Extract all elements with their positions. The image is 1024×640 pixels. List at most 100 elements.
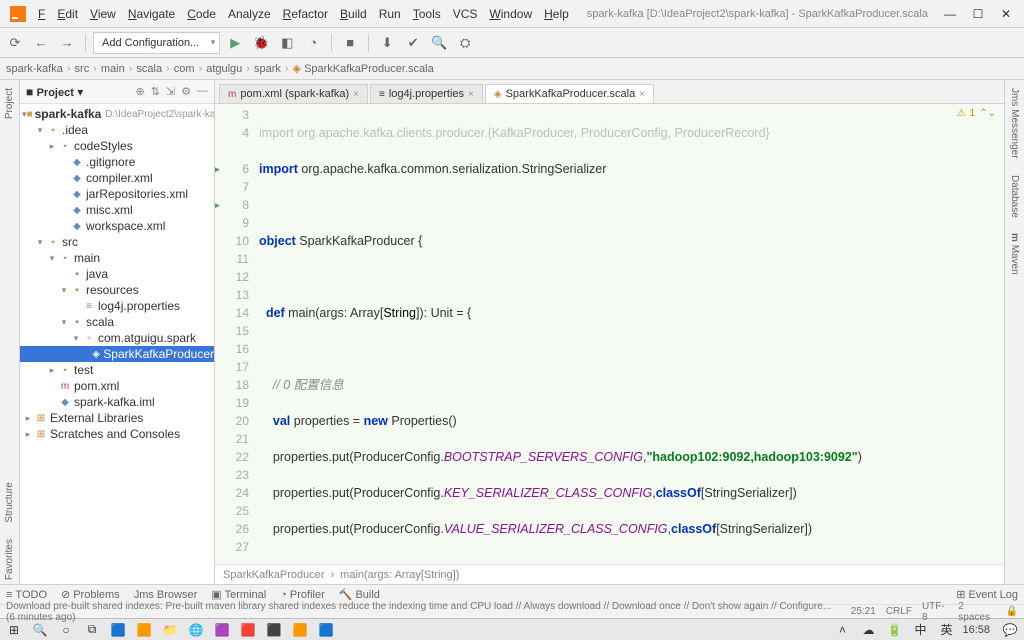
bc-method[interactable]: main(args: Array[String]) — [340, 569, 459, 581]
tree-misc[interactable]: ◆misc.xml — [20, 202, 214, 218]
search-icon[interactable]: 🔍 — [428, 32, 450, 54]
code-line[interactable]: properties.put(ProducerConfig.KEY_SERIAL… — [255, 484, 1004, 502]
tool-database[interactable]: Database — [1009, 171, 1020, 222]
status-message[interactable]: Download pre-built shared indexes: Pre-b… — [6, 601, 841, 623]
tree-codestyles[interactable]: ▸▪codeStyles — [20, 138, 214, 154]
select-opened-icon[interactable]: ⊕ — [135, 85, 144, 98]
tree-root[interactable]: ▾■spark-kafkaD:\IdeaProject2\spark-kaf — [20, 106, 214, 122]
close-icon[interactable]: × — [353, 89, 359, 100]
taskview-icon[interactable]: ⧉ — [82, 621, 102, 639]
tree-external-libs[interactable]: ▸⊞External Libraries — [20, 410, 214, 426]
tool-jms-browser[interactable]: Jms Browser — [134, 589, 198, 601]
crumb-atguigu[interactable]: atgulgu — [206, 63, 242, 75]
code-line[interactable]: properties.put(ProducerConfig.VALUE_SERI… — [255, 520, 1004, 538]
tree-pom[interactable]: mpom.xml — [20, 378, 214, 394]
tree-test[interactable]: ▸▪test — [20, 362, 214, 378]
sync-icon[interactable]: ⟳ — [4, 32, 26, 54]
code-line[interactable]: import org.apache.kafka.common.serializa… — [255, 160, 1004, 178]
code-line[interactable]: val properties = new Properties() — [255, 412, 1004, 430]
menu-view[interactable]: View — [84, 5, 122, 23]
code-line[interactable]: // 0 配置信息 — [255, 376, 1004, 394]
app-icon[interactable]: ⬛ — [264, 621, 284, 639]
tray-ime-icon[interactable]: 中 — [910, 621, 930, 639]
close-icon[interactable]: × — [468, 89, 474, 100]
chrome-icon[interactable]: 🌐 — [186, 621, 206, 639]
code-line[interactable]: import org.apache.kafka.clients.producer… — [255, 124, 1004, 142]
tree-java[interactable]: ▪java — [20, 266, 214, 282]
close-button[interactable]: ✕ — [992, 5, 1020, 23]
tree-iml[interactable]: ◆spark-kafka.iml — [20, 394, 214, 410]
code-line[interactable]: properties.put(ProducerConfig.BOOTSTRAP_… — [255, 448, 1004, 466]
app-icon[interactable]: 🟦 — [108, 621, 128, 639]
word-icon[interactable]: 🟦 — [316, 621, 336, 639]
cortana-icon[interactable]: ○ — [56, 621, 76, 639]
menu-tools[interactable]: Tools — [407, 5, 447, 23]
status-line-ending[interactable]: CRLF — [886, 606, 912, 617]
tool-project[interactable]: Project — [4, 84, 15, 123]
collapse-all-icon[interactable]: ⇲ — [166, 85, 175, 98]
app-icon[interactable]: 🟧 — [134, 621, 154, 639]
tree-idea[interactable]: ▾▪.idea — [20, 122, 214, 138]
menu-analyze[interactable]: Analyze — [222, 5, 277, 23]
settings-icon[interactable]: ⛭ — [454, 32, 476, 54]
crumb-root[interactable]: spark-kafka — [6, 63, 63, 75]
status-encoding[interactable]: UTF-8 — [922, 601, 948, 623]
maximize-button[interactable]: ☐ — [964, 5, 992, 23]
tool-problems[interactable]: ⊘ Problems — [61, 588, 120, 601]
gutter[interactable]: 34 67 8910 11121314 15161718 19202122 23… — [215, 104, 255, 564]
tree-jarrepos[interactable]: ◆jarRepositories.xml — [20, 186, 214, 202]
code-editor[interactable]: ⚠ 1 ⌃⌄ 34 67 8910 11121314 15161718 1920… — [215, 104, 1004, 564]
tree-workspace[interactable]: ◆workspace.xml — [20, 218, 214, 234]
menu-code[interactable]: Code — [181, 5, 222, 23]
tool-profiler[interactable]: ◔ Profiler — [280, 589, 325, 601]
tree-package[interactable]: ▾▫com.atguigu.spark — [20, 330, 214, 346]
menu-help[interactable]: Help — [538, 5, 575, 23]
menu-window[interactable]: Window — [483, 5, 538, 23]
menu-refactor[interactable]: Refactor — [277, 5, 334, 23]
status-lock-icon[interactable]: 🔒 — [1006, 606, 1018, 617]
tree-main[interactable]: ▾▪main — [20, 250, 214, 266]
forward-icon[interactable]: → — [56, 32, 78, 54]
vcs-commit-icon[interactable]: ✔ — [402, 32, 424, 54]
tray-cloud-icon[interactable]: ☁ — [858, 621, 878, 639]
tree-compiler[interactable]: ◆compiler.xml — [20, 170, 214, 186]
bc-class[interactable]: SparkKafkaProducer — [223, 569, 325, 581]
tool-eventlog[interactable]: ⊞ Event Log — [956, 588, 1018, 601]
tool-todo[interactable]: ≡ TODO — [6, 589, 47, 601]
notifications-icon[interactable]: 💬 — [1000, 621, 1020, 639]
menu-navigate[interactable]: Navigate — [122, 5, 181, 23]
tree-resources[interactable]: ▾▪resources — [20, 282, 214, 298]
tree-src[interactable]: ▾▪src — [20, 234, 214, 250]
tab-producer[interactable]: ◈SparkKafkaProducer.scala× — [485, 84, 654, 103]
code-line[interactable]: def main(args: Array[String]): Unit = { — [255, 304, 1004, 322]
tree-gitignore[interactable]: ◆.gitignore — [20, 154, 214, 170]
app-icon[interactable]: 🟥 — [238, 621, 258, 639]
crumb-spark[interactable]: spark — [254, 63, 281, 75]
run-icon[interactable]: ▶ — [224, 32, 246, 54]
menu-file[interactable]: F — [32, 5, 51, 23]
tool-build[interactable]: 🔨 Build — [339, 588, 380, 601]
crumb-com[interactable]: com — [174, 63, 195, 75]
coverage-icon[interactable]: ◧ — [276, 32, 298, 54]
stop-icon[interactable]: ■ — [339, 32, 361, 54]
taskbar-clock[interactable]: 16:58 — [962, 624, 990, 636]
hide-icon[interactable]: — — [197, 85, 208, 98]
crumb-src[interactable]: src — [75, 63, 90, 75]
code-line[interactable]: object SparkKafkaProducer { — [255, 232, 1004, 250]
expand-all-icon[interactable]: ⇅ — [151, 85, 160, 98]
tool-favorites[interactable]: Favorites — [4, 535, 15, 584]
tray-battery-icon[interactable]: 🔋 — [884, 621, 904, 639]
vcs-update-icon[interactable]: ⬇ — [376, 32, 398, 54]
crumb-file[interactable]: ◈ SparkKafkaProducer.scala — [293, 62, 434, 75]
tray-chevron-icon[interactable]: ˄ — [832, 621, 852, 639]
tray-lang-icon[interactable]: 英 — [936, 621, 956, 639]
tree-scratches[interactable]: ▸⊞Scratches and Consoles — [20, 426, 214, 442]
menu-run[interactable]: Run — [373, 5, 407, 23]
project-tree[interactable]: ▾■spark-kafkaD:\IdeaProject2\spark-kaf ▾… — [20, 104, 214, 584]
crumb-main[interactable]: main — [101, 63, 125, 75]
menu-vcs[interactable]: VCS — [447, 5, 484, 23]
minimize-button[interactable]: — — [936, 5, 964, 23]
start-icon[interactable]: ⊞ — [4, 621, 24, 639]
menu-build[interactable]: Build — [334, 5, 373, 23]
search-icon[interactable]: 🔍 — [30, 621, 50, 639]
